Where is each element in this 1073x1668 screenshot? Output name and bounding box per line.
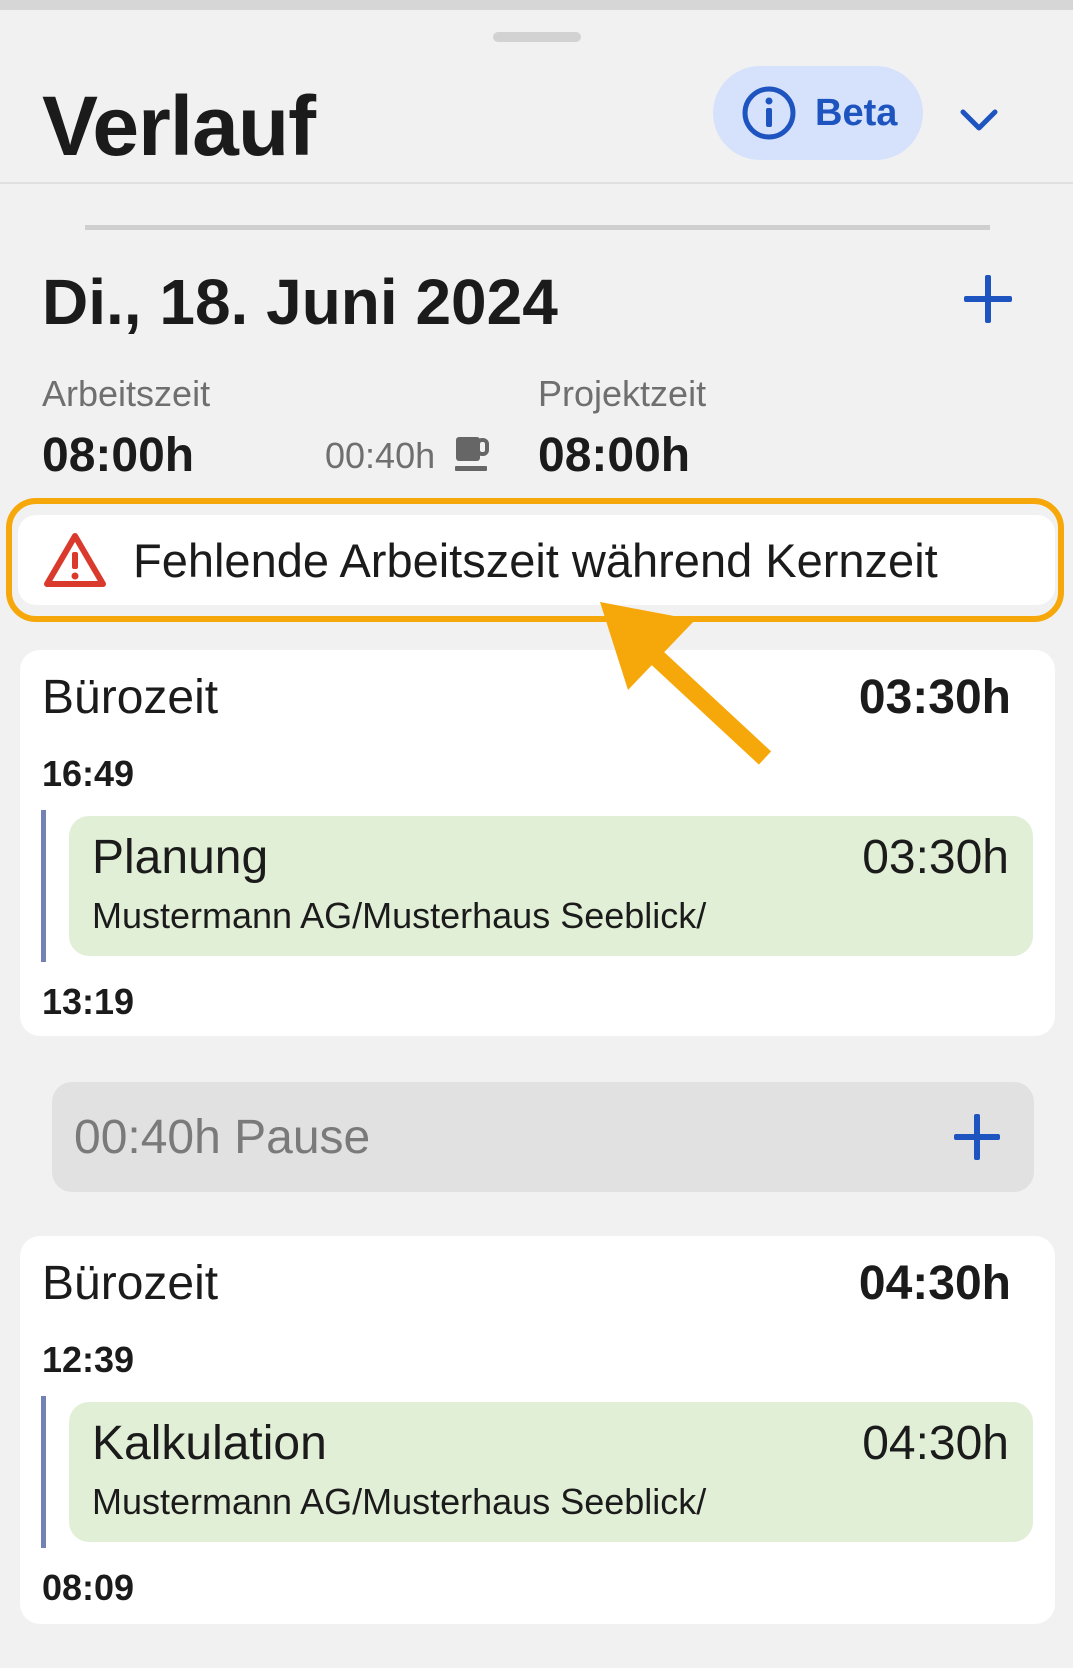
- top-edge: [0, 0, 1073, 10]
- beta-label: Beta: [815, 91, 898, 134]
- header: Verlauf Beta: [0, 10, 1073, 184]
- entry-card[interactable]: Planung 03:30h Mustermann AG/Musterhaus …: [69, 816, 1033, 956]
- entry-name: Planung: [92, 831, 269, 884]
- block-kind: Bürozeit: [42, 671, 219, 724]
- time-block-card: Bürozeit 03:30h 16:49 Planung 03:30h Mus…: [20, 650, 1055, 1036]
- block-start-time: 08:09: [42, 1567, 135, 1608]
- block-kind: Bürozeit: [42, 1257, 219, 1310]
- block-start-time: 13:19: [42, 981, 135, 1022]
- entry-duration: 03:30h: [862, 831, 1009, 884]
- entry-name: Kalkulation: [92, 1417, 327, 1470]
- block-duration: 04:30h: [858, 1257, 1011, 1310]
- coffee-cup-icon: [455, 437, 489, 471]
- arbeitszeit-label: Arbeitszeit: [42, 373, 211, 414]
- entry-card[interactable]: Kalkulation 04:30h Mustermann AG/Musterh…: [69, 1402, 1033, 1542]
- chevron-down-icon[interactable]: [955, 102, 1003, 142]
- entry-project: Mustermann AG/Musterhaus Seeblick/: [92, 1481, 707, 1522]
- block-end-time: 12:39: [42, 1339, 135, 1380]
- arbeitszeit-value: 08:00h: [42, 429, 195, 482]
- divider: [85, 225, 990, 230]
- annotation-arrow: [600, 602, 772, 765]
- pause-text: 00:40h Pause: [74, 1111, 371, 1164]
- entry-project: Mustermann AG/Musterhaus Seeblick/: [92, 895, 707, 936]
- warning-text: Fehlende Arbeitszeit während Kernzeit: [133, 533, 938, 587]
- beta-button[interactable]: Beta: [713, 66, 923, 160]
- projektzeit-label: Projektzeit: [538, 373, 707, 414]
- projektzeit-value: 08:00h: [538, 429, 691, 482]
- add-pause-plus-icon[interactable]: [952, 1112, 1002, 1162]
- warning-banner[interactable]: Fehlende Arbeitszeit während Kernzeit: [18, 515, 1055, 605]
- pause-row[interactable]: 00:40h Pause: [52, 1082, 1034, 1192]
- timeline-bar: [41, 810, 46, 962]
- timeline-bar: [41, 1396, 46, 1548]
- info-icon: [742, 86, 796, 140]
- block-end-time: 16:49: [42, 753, 135, 794]
- pause-value: 00:40h: [325, 435, 436, 476]
- time-block-card: Bürozeit 04:30h 12:39 Kalkulation 04:30h…: [20, 1236, 1055, 1624]
- day-date: Di., 18. Juni 2024: [42, 266, 558, 338]
- warning-triangle-icon: [44, 533, 106, 587]
- block-duration: 03:30h: [858, 671, 1011, 724]
- page-title: Verlauf: [42, 79, 316, 173]
- add-entry-plus-icon[interactable]: [962, 273, 1014, 325]
- entry-duration: 04:30h: [862, 1417, 1009, 1470]
